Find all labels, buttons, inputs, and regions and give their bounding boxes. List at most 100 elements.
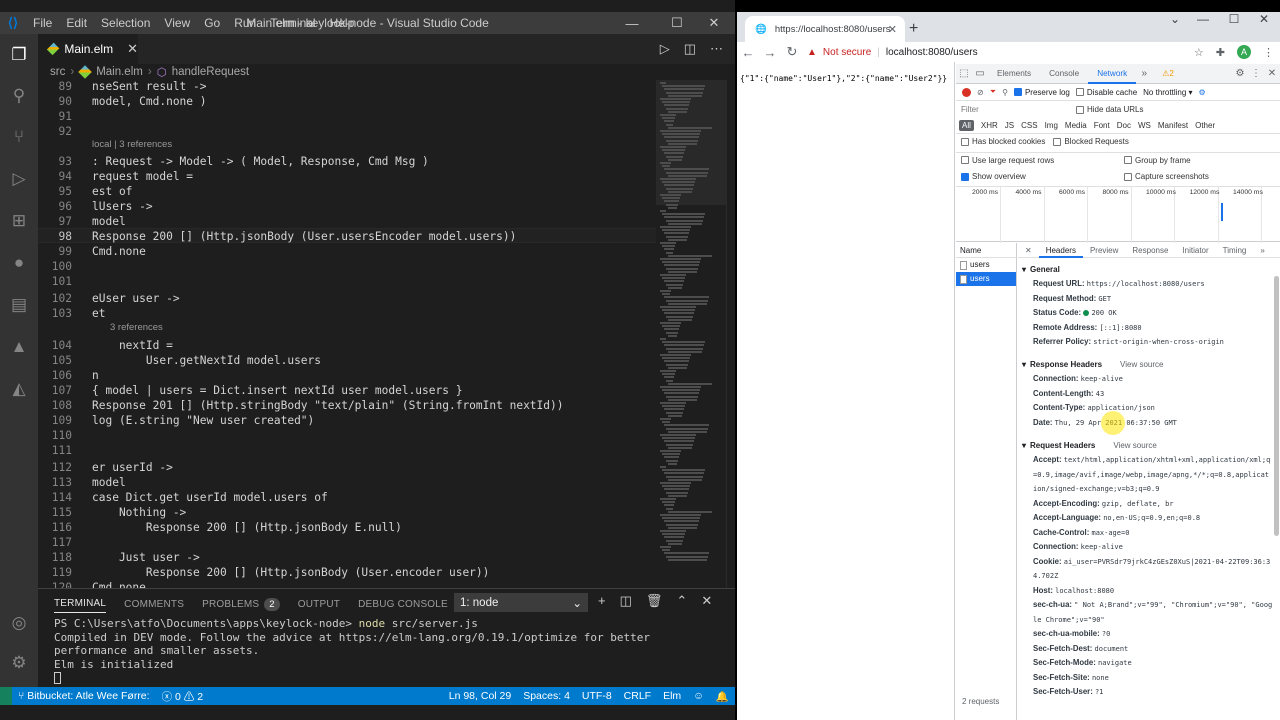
breadcrumb-folder[interactable]: src xyxy=(50,66,65,78)
code-line[interactable]: 106 n xyxy=(38,368,656,383)
type-manifest[interactable]: Manifest xyxy=(1158,121,1188,130)
new-tab-icon[interactable]: + xyxy=(909,20,918,38)
tab-debug-console[interactable]: DEBUG CONSOLE xyxy=(358,595,448,613)
github-icon[interactable]: ● xyxy=(8,252,30,274)
more-actions-icon[interactable]: ⋯ xyxy=(710,41,723,57)
code-line[interactable]: 117 xyxy=(38,535,656,550)
has-blocked-cookies-checkbox[interactable]: Has blocked cookies xyxy=(961,137,1045,146)
code-line[interactable]: 113 model xyxy=(38,475,656,490)
code-line[interactable]: 118 Just user -> xyxy=(38,550,656,565)
minimap[interactable] xyxy=(656,80,726,588)
code-line[interactable]: 90 model, Cmd.none ) xyxy=(38,94,656,109)
type-xhr[interactable]: XHR xyxy=(981,121,998,130)
request-row[interactable]: users xyxy=(956,258,1016,272)
editor-scrollbar[interactable] xyxy=(726,80,735,588)
minimize-icon[interactable]: — xyxy=(1187,12,1219,32)
codelens-references[interactable]: 3 references xyxy=(110,322,163,334)
problems-status[interactable]: ⓧ 0 ⚠ 2 xyxy=(156,689,209,704)
tab-problems[interactable]: PROBLEMS 2 xyxy=(202,595,280,613)
code-line[interactable]: 105 User.getNextId model.users xyxy=(38,353,656,368)
code-line[interactable]: 99 Cmd.none xyxy=(38,244,656,259)
source-control-icon[interactable]: ⑂ xyxy=(8,126,30,148)
type-media[interactable]: Media xyxy=(1065,121,1087,130)
notifications-icon[interactable]: 🔔 xyxy=(710,690,735,703)
large-rows-checkbox[interactable]: Use large request rows xyxy=(961,156,1054,165)
tab-network[interactable]: Network xyxy=(1088,64,1137,84)
code-line[interactable]: 96 lUsers -> xyxy=(38,199,656,214)
more-tabs-icon[interactable]: » xyxy=(1136,68,1152,79)
breadcrumb-file[interactable]: Main.elm xyxy=(96,66,143,78)
scrollbar-thumb[interactable] xyxy=(1274,276,1279,536)
menu-view[interactable]: View xyxy=(157,16,197,30)
capture-screenshots-checkbox[interactable]: Capture screenshots xyxy=(1124,172,1209,181)
breadcrumb-symbol[interactable]: handleRequest xyxy=(172,66,249,78)
filter-icon[interactable]: ⏷ xyxy=(990,87,996,97)
close-panel-icon[interactable]: ✕ xyxy=(701,593,712,609)
tab-initiator[interactable]: Initiator xyxy=(1175,243,1215,258)
code-line[interactable]: 93: Request -> Model -> ( Model, Respons… xyxy=(38,154,656,169)
remote-indicator[interactable] xyxy=(0,687,12,705)
general-section-header[interactable]: ▾ General xyxy=(1022,265,1060,274)
minimize-icon[interactable]: — xyxy=(615,12,649,34)
terminal-select[interactable]: 1: node ⌄ xyxy=(454,593,588,612)
menu-run[interactable]: Run xyxy=(227,16,263,30)
view-source-link[interactable]: View source xyxy=(1120,360,1163,369)
explorer-icon[interactable]: ❐ xyxy=(8,44,30,66)
group-by-frame-checkbox[interactable]: Group by frame xyxy=(1124,156,1191,165)
azure-icon[interactable]: ▲ xyxy=(8,336,30,358)
tab-elements[interactable]: Elements xyxy=(988,64,1040,84)
tab-headers[interactable]: Headers xyxy=(1038,243,1083,258)
blocked-requests-checkbox[interactable]: Blocked Requests xyxy=(1053,137,1129,146)
tab-response[interactable]: Response xyxy=(1125,243,1175,258)
response-headers-section-header[interactable]: ▾ Response Headers View source xyxy=(1022,360,1163,369)
code-editor[interactable]: local | 3 references 3 references 89 nseS… xyxy=(38,80,656,588)
settings-gear-icon[interactable]: ⚙ xyxy=(1232,68,1248,79)
tab-output[interactable]: OUTPUT xyxy=(298,595,340,613)
type-doc[interactable]: Doc xyxy=(1117,121,1131,130)
close-details-icon[interactable]: ✕ xyxy=(1018,243,1039,258)
close-tab-icon[interactable]: ✕ xyxy=(888,23,897,36)
maximize-icon[interactable]: ☐ xyxy=(660,12,694,34)
extensions-icon[interactable]: ⊞ xyxy=(8,210,30,232)
close-devtools-icon[interactable]: ✕ xyxy=(1264,68,1280,79)
code-line[interactable]: 104 nextId = xyxy=(38,338,656,353)
disable-cache-checkbox[interactable]: Disable cache xyxy=(1075,88,1137,97)
code-line[interactable]: 114 case Dict.get userId model.users of xyxy=(38,490,656,505)
request-headers-section-header[interactable]: ▾ Request Headers View source xyxy=(1022,441,1157,450)
extensions-puzzle-icon[interactable]: ✚ xyxy=(1216,46,1225,59)
code-line[interactable]: 108 Response 201 [] (Http.stringBody "tex… xyxy=(38,398,656,413)
type-js[interactable]: JS xyxy=(1005,121,1014,130)
code-line[interactable]: 103 et xyxy=(38,306,656,321)
omnibox[interactable]: ▲ Not secure | localhost:8080/users xyxy=(807,42,978,62)
reload-icon[interactable]: ↻ xyxy=(781,44,803,60)
details-scrollbar[interactable] xyxy=(1273,144,1280,564)
tab-preview[interactable]: Preview xyxy=(1083,243,1125,258)
device-toolbar-icon[interactable]: ▭ xyxy=(972,68,988,79)
code-line[interactable]: 98 Response 200 [] (Http.jsonBody (User.u… xyxy=(38,229,656,244)
url-text[interactable]: localhost:8080/users xyxy=(886,47,978,58)
menu-file[interactable]: File xyxy=(26,16,59,30)
code-line[interactable]: 116 Response 200 [] (Http.jsonBody E.nul… xyxy=(38,520,656,535)
menu-go[interactable]: Go xyxy=(197,16,227,30)
code-line[interactable]: 110 xyxy=(38,428,656,443)
clear-icon[interactable]: ⊘ xyxy=(977,88,984,97)
code-line[interactable]: 111 xyxy=(38,443,656,458)
code-line[interactable]: 119 Response 200 [] (Http.jsonBody (User… xyxy=(38,565,656,580)
run-debug-icon[interactable]: ▷ xyxy=(8,168,30,190)
network-conditions-icon[interactable]: ⚙ xyxy=(1199,88,1206,97)
tab-terminal[interactable]: TERMINAL xyxy=(54,595,107,613)
menu-terminal[interactable]: Terminal xyxy=(263,16,322,30)
devtools-menu-icon[interactable]: ⋮ xyxy=(1248,68,1264,79)
bookmark-star-icon[interactable]: ☆ xyxy=(1194,46,1204,59)
language-mode[interactable]: Elm xyxy=(657,690,687,702)
split-terminal-icon[interactable]: ◫ xyxy=(620,593,632,609)
branch-status[interactable]: ⑂ Bitbucket: Atle Wee Førre: xyxy=(12,690,156,702)
menu-help[interactable]: Help xyxy=(323,16,362,30)
tab-main-elm[interactable]: Main.elm ✕ xyxy=(38,34,138,64)
run-icon[interactable]: ▷ xyxy=(660,41,670,57)
menu-edit[interactable]: Edit xyxy=(59,16,94,30)
terminal-output[interactable]: PS C:\Users\atfo\Documents\apps\keylock-… xyxy=(54,617,724,685)
not-secure-label[interactable]: Not secure xyxy=(823,47,871,58)
preserve-log-checkbox[interactable]: Preserve log xyxy=(1013,88,1070,97)
code-line[interactable]: 97 model xyxy=(38,214,656,229)
